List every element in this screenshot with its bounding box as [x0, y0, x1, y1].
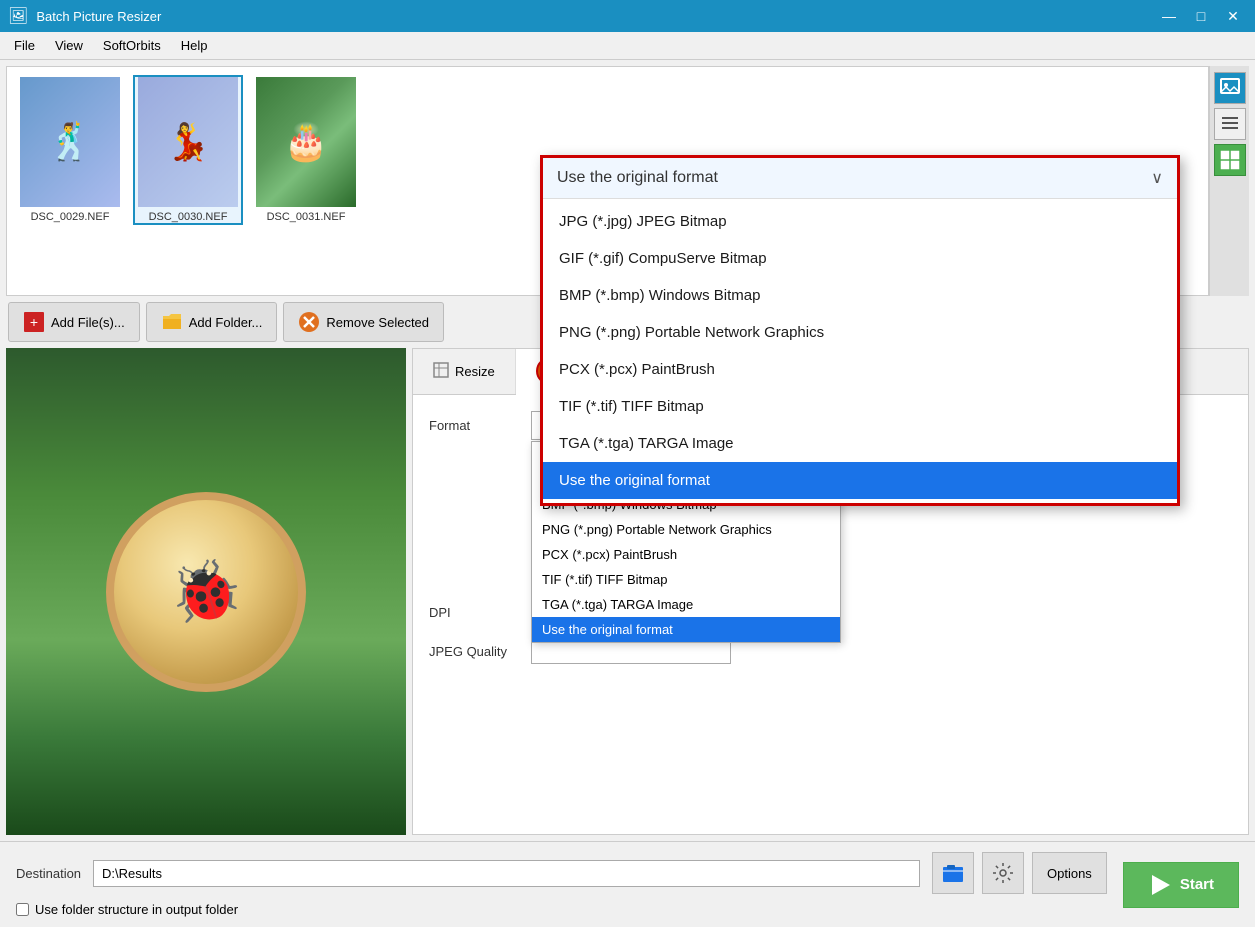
- big-option-pcx[interactable]: PCX (*.pcx) PaintBrush: [543, 351, 1177, 388]
- dpi-label: DPI: [429, 605, 519, 620]
- destination-row: Destination: [16, 852, 1107, 894]
- add-folder-icon: [161, 311, 183, 333]
- add-files-icon: +: [23, 311, 45, 333]
- app-icon: 🖼: [8, 6, 28, 26]
- thumb-label-1: DSC_0029.NEF: [31, 211, 110, 223]
- close-button[interactable]: ✕: [1219, 5, 1247, 27]
- remove-selected-button[interactable]: Remove Selected: [283, 302, 444, 342]
- big-dropdown-chevron: ∨: [1151, 168, 1163, 188]
- app-title: Batch Picture Resizer: [36, 9, 161, 24]
- add-folder-label: Add Folder...: [189, 315, 263, 330]
- destination-input[interactable]: [93, 860, 920, 887]
- image-thumb-2[interactable]: 💃 DSC_0030.NEF: [133, 75, 243, 225]
- remove-selected-label: Remove Selected: [326, 315, 429, 330]
- format-option-original[interactable]: Use the original format: [532, 617, 840, 642]
- jpeg-quality-label: JPEG Quality: [429, 644, 519, 659]
- big-dropdown-header[interactable]: Use the original format ∨: [543, 158, 1177, 199]
- big-option-jpg[interactable]: JPG (*.jpg) JPEG Bitmap: [543, 203, 1177, 240]
- ladybug-icon: 🐞: [169, 556, 244, 627]
- format-option-pcx[interactable]: PCX (*.pcx) PaintBrush: [532, 542, 840, 567]
- big-option-bmp[interactable]: BMP (*.bmp) Windows Bitmap: [543, 277, 1177, 314]
- maximize-button[interactable]: □: [1187, 5, 1215, 27]
- browse-button[interactable]: [932, 852, 974, 894]
- image-thumb-3[interactable]: 🎂 DSC_0031.NEF: [251, 75, 361, 225]
- big-option-gif[interactable]: GIF (*.gif) CompuServe Bitmap: [543, 240, 1177, 277]
- menubar: File View SoftOrbits Help: [0, 32, 1255, 60]
- sidebar-btn-grid[interactable]: [1214, 144, 1246, 176]
- big-option-tif[interactable]: TIF (*.tif) TIFF Bitmap: [543, 388, 1177, 425]
- tab-resize[interactable]: Resize: [413, 349, 516, 394]
- remove-icon: [298, 311, 320, 333]
- footer: Destination: [0, 841, 1255, 927]
- format-option-png[interactable]: PNG (*.png) Portable Network Graphics: [532, 517, 840, 542]
- thumb-label-2: DSC_0030.NEF: [149, 211, 228, 223]
- start-button[interactable]: Start: [1123, 862, 1239, 908]
- sidebar-btn-list[interactable]: [1214, 108, 1246, 140]
- big-option-png[interactable]: PNG (*.png) Portable Network Graphics: [543, 314, 1177, 351]
- footer-left: Destination: [16, 852, 1107, 917]
- start-label: Start: [1180, 876, 1214, 893]
- tab-resize-label: Resize: [455, 364, 495, 379]
- titlebar: 🖼 Batch Picture Resizer — □ ✕: [0, 0, 1255, 32]
- menu-help[interactable]: Help: [171, 34, 218, 57]
- resize-icon: [433, 362, 449, 381]
- add-files-button[interactable]: + Add File(s)...: [8, 302, 140, 342]
- options-button[interactable]: Options: [1032, 852, 1107, 894]
- big-option-tga[interactable]: TGA (*.tga) TARGA Image: [543, 425, 1177, 462]
- folder-structure-checkbox[interactable]: [16, 903, 29, 916]
- format-label: Format: [429, 418, 519, 433]
- settings-button[interactable]: [982, 852, 1024, 894]
- big-dropdown-list: JPG (*.jpg) JPEG Bitmap GIF (*.gif) Comp…: [543, 199, 1177, 503]
- app-body: 🕺 DSC_0029.NEF 💃 DSC_0030.NEF 🎂 DSC_0031…: [0, 60, 1255, 927]
- menu-file[interactable]: File: [4, 34, 45, 57]
- folder-structure-row: Use folder structure in output folder: [16, 902, 1107, 917]
- preview-panel: 🐞: [6, 348, 406, 835]
- big-dropdown-selected-label: Use the original format: [557, 169, 718, 187]
- cake-preview-img: 🐞: [6, 348, 406, 835]
- titlebar-controls: — □ ✕: [1155, 5, 1247, 27]
- menu-view[interactable]: View: [45, 34, 93, 57]
- thumb-img-1: 🕺: [20, 77, 120, 207]
- folder-structure-label: Use folder structure in output folder: [35, 902, 238, 917]
- destination-label: Destination: [16, 866, 81, 881]
- minimize-button[interactable]: —: [1155, 5, 1183, 27]
- add-files-label: Add File(s)...: [51, 315, 125, 330]
- big-option-original[interactable]: Use the original format: [543, 462, 1177, 499]
- big-dropdown-overlay: Use the original format ∨ JPG (*.jpg) JP…: [540, 155, 1180, 506]
- right-sidebar: [1209, 66, 1249, 296]
- footer-right: Options: [932, 852, 1107, 894]
- image-thumb-1[interactable]: 🕺 DSC_0029.NEF: [15, 75, 125, 225]
- svg-text:+: +: [30, 314, 38, 330]
- add-folder-button[interactable]: Add Folder...: [146, 302, 278, 342]
- thumb-img-2: 💃: [138, 77, 238, 207]
- format-option-tif[interactable]: TIF (*.tif) TIFF Bitmap: [532, 567, 840, 592]
- thumb-img-3: 🎂: [256, 77, 356, 207]
- sidebar-btn-photos[interactable]: [1214, 72, 1246, 104]
- format-option-tga[interactable]: TGA (*.tga) TARGA Image: [532, 592, 840, 617]
- titlebar-left: 🖼 Batch Picture Resizer: [8, 6, 161, 26]
- cake-circle: 🐞: [106, 492, 306, 692]
- menu-softorbits[interactable]: SoftOrbits: [93, 34, 171, 57]
- thumb-label-3: DSC_0031.NEF: [267, 211, 346, 223]
